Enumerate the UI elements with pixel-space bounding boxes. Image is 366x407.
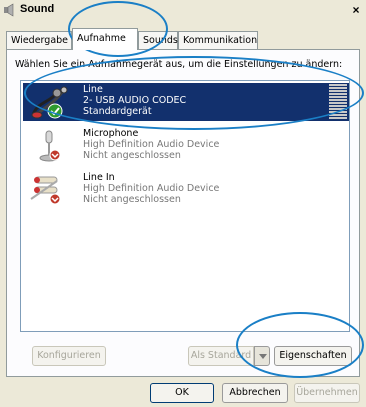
device-detail: High Definition Audio Device [83, 183, 220, 194]
tab-wiedergabe[interactable]: Wiedergabe [6, 31, 72, 49]
properties-button[interactable]: Eigenschaften [274, 346, 352, 366]
tab-sounds[interactable]: Sounds [138, 31, 178, 49]
tab-strip: Wiedergabe Aufnahme Sounds Kommunikation [6, 28, 360, 50]
sound-dialog: Sound × Wiedergabe Aufnahme Sounds Kommu… [0, 0, 366, 407]
set-default-button[interactable]: Als Standard [188, 346, 254, 366]
device-status: Nicht angeschlossen [83, 150, 181, 161]
default-check-icon [47, 103, 63, 119]
device-row-line-in[interactable]: Line In High Definition Audio Device Nic… [23, 171, 349, 209]
unplugged-icon [49, 193, 61, 205]
device-row-line[interactable]: Line 2- USB AUDIO CODEC Standardgerät [23, 83, 349, 121]
device-row-microphone[interactable]: Microphone High Definition Audio Device … [23, 127, 349, 165]
window-title: Sound [20, 3, 55, 15]
device-name: Microphone [83, 128, 139, 139]
device-name: Line [83, 84, 103, 95]
tab-kommunikation[interactable]: Kommunikation [178, 31, 258, 49]
device-text: Line In High Definition Audio Device Nic… [83, 172, 219, 205]
device-status: Standardgerät [83, 106, 152, 117]
level-meter [329, 84, 347, 120]
device-text: Microphone High Definition Audio Device … [83, 128, 219, 161]
instruction-text: Wählen Sie ein Aufnahmegerät aus, um die… [15, 59, 343, 70]
device-detail: 2- USB AUDIO CODEC [83, 95, 187, 106]
device-text: Line 2- USB AUDIO CODEC Standardgerät [83, 84, 186, 117]
ok-button[interactable]: OK [150, 383, 214, 403]
speaker-icon [4, 3, 14, 17]
cancel-button[interactable]: Abbrechen [222, 383, 288, 403]
set-default-dropdown-arrow[interactable] [254, 346, 270, 366]
title-bar: Sound × [0, 0, 366, 20]
close-button[interactable]: × [350, 4, 362, 16]
unplugged-icon [49, 149, 61, 161]
device-list[interactable]: Line 2- USB AUDIO CODEC Standardgerät Mi… [20, 80, 350, 332]
apply-button[interactable]: Übernehmen [294, 383, 360, 403]
tab-aufnahme[interactable]: Aufnahme [72, 28, 138, 50]
device-detail: High Definition Audio Device [83, 139, 220, 150]
configure-button[interactable]: Konfigurieren [32, 346, 106, 366]
device-name: Line In [83, 172, 115, 183]
device-status: Nicht angeschlossen [83, 194, 181, 205]
